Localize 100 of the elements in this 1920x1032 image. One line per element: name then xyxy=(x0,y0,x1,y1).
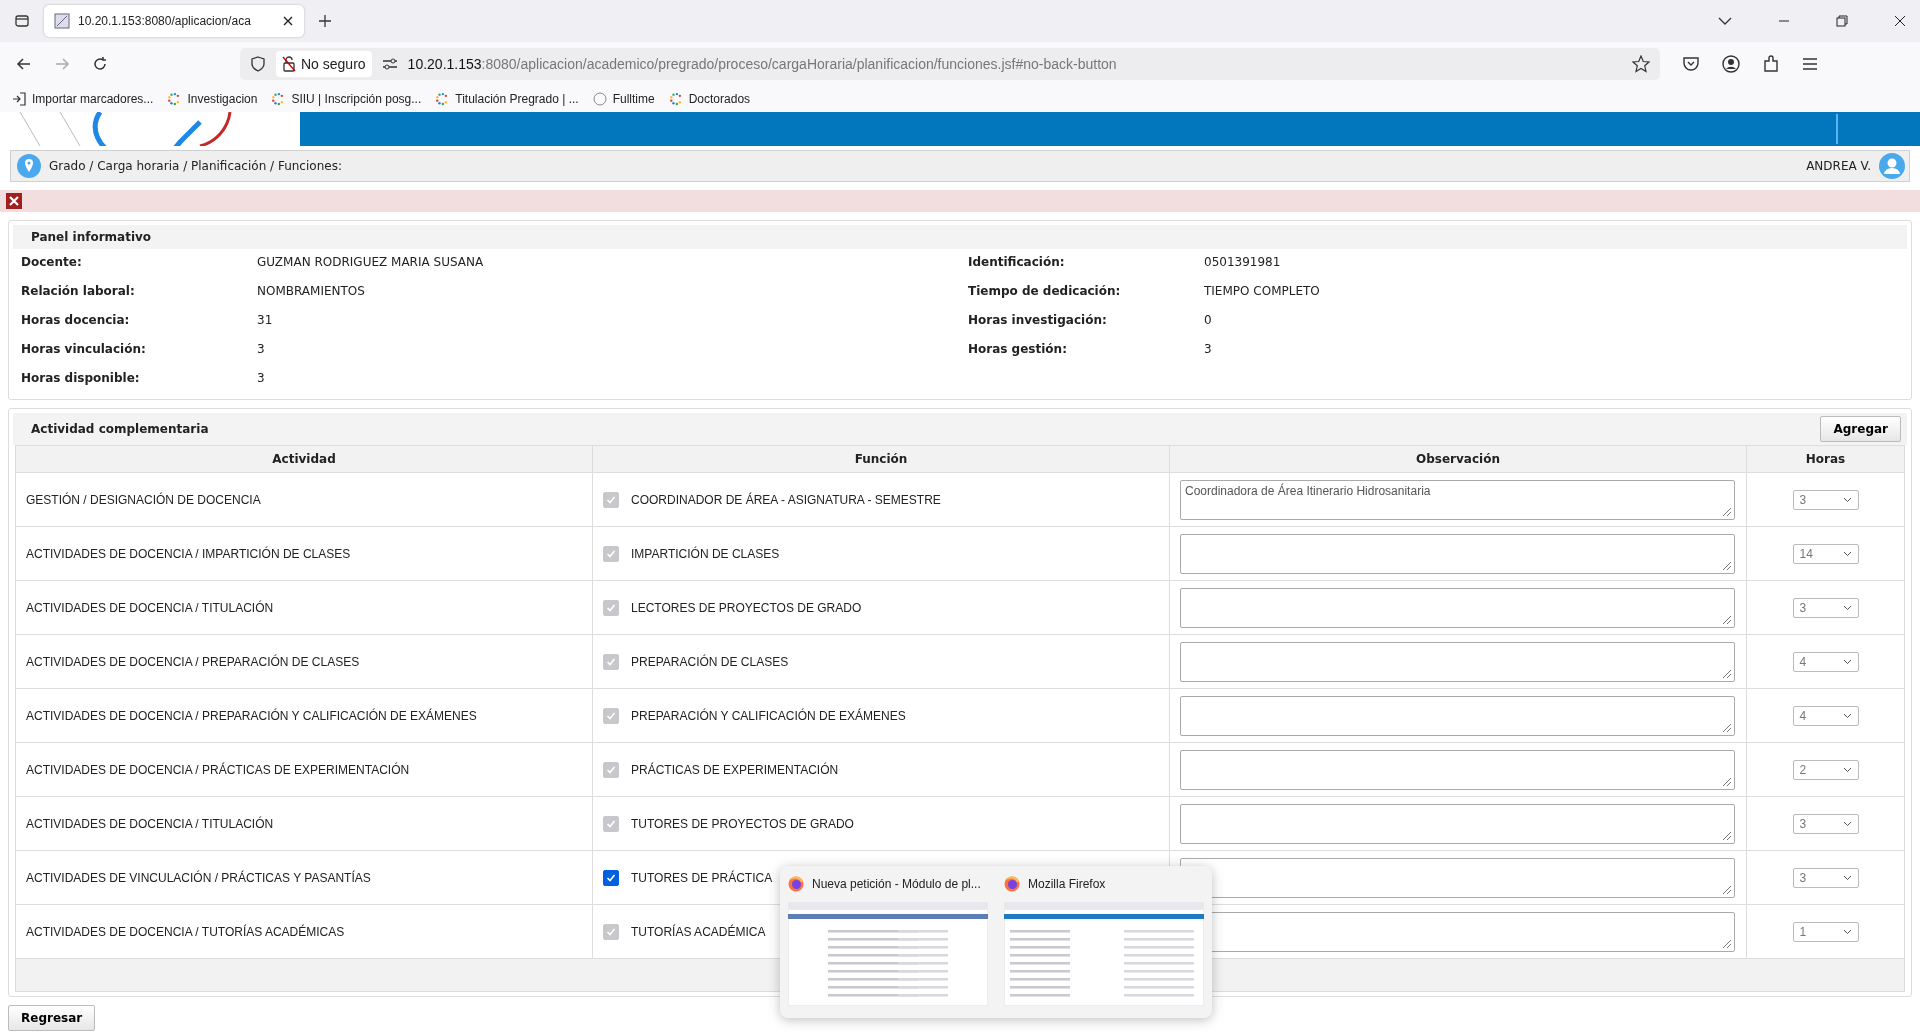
observation-field[interactable] xyxy=(1180,587,1735,628)
observation-field[interactable] xyxy=(1180,641,1735,682)
url-text: 10.20.1.153:8080/aplicacion/academico/pregrado/proceso/cargaHoraria/planificacion/funciones.jsf#no-back-button xyxy=(407,56,1117,72)
field-value: 0 xyxy=(1204,313,1213,327)
tab-list-icon[interactable] xyxy=(14,13,30,29)
checkbox[interactable] xyxy=(603,869,619,886)
caret-icon xyxy=(1842,766,1852,773)
function-label: PREPARACIÓN DE CLASES xyxy=(631,654,789,669)
field-value: NOMBRAMIENTOS xyxy=(257,284,366,298)
field-value: 0501391981 xyxy=(1204,255,1282,269)
function-label: IMPARTICIÓN DE CLASES xyxy=(631,546,780,561)
back-arrow-icon[interactable] xyxy=(16,56,32,72)
field-value: 3 xyxy=(1204,342,1213,356)
table-cell: ACTIVIDADES DE DOCENCIA / TUTORÍAS ACADÉMICAS xyxy=(16,905,593,958)
function-label: PREPARACIÓN Y CALIFICACIÓN DE EXÁMENES xyxy=(631,708,906,723)
caret-icon xyxy=(1842,712,1852,719)
observation-field[interactable] xyxy=(1180,803,1735,844)
resize-grip-icon xyxy=(1722,668,1732,679)
field-value: TIEMPO COMPLETO xyxy=(1204,284,1321,298)
panel-title: Panel informativo xyxy=(31,230,152,244)
address-bar[interactable]: No seguro 10.20.1.153:8080/aplicacion/academico/pregrado/proceso/cargaHoraria/planificacion/funciones.jsf#no-back-button xyxy=(240,48,1660,80)
panel-title: Actividad complementaria xyxy=(31,422,209,436)
field-value: 31 xyxy=(257,313,274,327)
resize-grip-icon xyxy=(1722,776,1732,787)
field-label: Horas docencia: xyxy=(21,313,131,327)
field-value: 3 xyxy=(257,342,266,356)
resize-grip-icon xyxy=(1722,938,1732,949)
observation-field[interactable] xyxy=(1180,857,1735,898)
add-button[interactable]: Agregar xyxy=(1820,416,1901,442)
field-label: Identificación: xyxy=(968,255,1066,269)
table-cell: ACTIVIDADES DE DOCENCIA / IMPARTICIÓN DE CLASES xyxy=(16,527,593,580)
window-preview[interactable]: Mozilla Firefox xyxy=(1004,876,1204,1008)
reload-icon[interactable] xyxy=(92,56,108,72)
globe-icon xyxy=(592,92,607,106)
tab-title: 10.20.1.153:8080/aplicacion/aca xyxy=(78,14,252,28)
unlocked-padlock-icon xyxy=(282,56,296,72)
dotted-circle-icon xyxy=(668,92,683,106)
checkmark-icon xyxy=(606,656,616,667)
column-header: Observación xyxy=(1170,446,1747,472)
firefox-icon xyxy=(788,876,804,892)
account-icon[interactable] xyxy=(1722,55,1740,73)
star-icon[interactable] xyxy=(1632,55,1650,73)
checkmark-icon xyxy=(606,548,616,559)
close-icon[interactable] xyxy=(1894,15,1906,27)
observation-field[interactable] xyxy=(1180,533,1735,574)
back-button[interactable]: Regresar xyxy=(8,1005,96,1031)
function-label: TUTORES DE PRÁCTICA xyxy=(631,870,773,885)
close-icon[interactable] xyxy=(6,193,22,209)
field-value: 3 xyxy=(257,371,266,385)
table-cell: GESTIÓN / DESIGNACIÓN DE DOCENCIA xyxy=(16,473,593,526)
field-label: Docente: xyxy=(21,255,83,269)
menu-icon[interactable] xyxy=(1802,57,1818,71)
column-header: Actividad xyxy=(16,446,593,472)
window-preview[interactable]: Nueva petición - Módulo de pl... xyxy=(788,876,988,1008)
chevron-down-icon[interactable] xyxy=(1718,16,1732,26)
bookmark-item[interactable]: Investigacion xyxy=(167,92,258,106)
table-cell: ACTIVIDADES DE DOCENCIA / PREPARACIÓN DE CLASES xyxy=(16,635,593,688)
import-icon xyxy=(12,92,26,106)
window-title: Nueva petición - Módulo de pl... xyxy=(812,877,981,891)
function-label: COORDINADOR DE ÁREA - ASIGNATURA - SEMESTRE xyxy=(631,492,941,507)
permissions-icon[interactable] xyxy=(381,57,398,71)
caret-icon xyxy=(1842,604,1852,611)
bookmark-item[interactable]: Doctorados xyxy=(668,92,751,106)
page-icon xyxy=(54,13,70,29)
restore-icon[interactable] xyxy=(1836,15,1848,27)
caret-icon xyxy=(1842,820,1852,827)
caret-icon xyxy=(1842,928,1852,935)
table-cell: ACTIVIDADES DE DOCENCIA / PRÁCTICAS DE EXPERIMENTACIÓN xyxy=(16,743,593,796)
bookmark-item[interactable]: Importar marcadores... xyxy=(12,92,154,106)
observation-field[interactable] xyxy=(1180,695,1735,736)
field-value: GUZMAN RODRIGUEZ MARIA SUSANA xyxy=(257,255,485,269)
pocket-icon[interactable] xyxy=(1682,55,1700,73)
checkmark-icon xyxy=(606,872,616,883)
bookmark-item[interactable]: SIIU | Inscripción posg... xyxy=(271,92,422,106)
resize-grip-icon xyxy=(1722,830,1732,841)
new-tab-icon[interactable] xyxy=(318,14,332,28)
browser-tab[interactable]: 10.20.1.153:8080/aplicacion/aca xyxy=(44,5,304,37)
column-header: Función xyxy=(593,446,1170,472)
dotted-circle-icon xyxy=(271,92,286,106)
bookmark-item[interactable]: Fulltime xyxy=(592,92,655,106)
close-icon[interactable] xyxy=(282,15,294,27)
location-pin-icon xyxy=(17,154,41,178)
field-label: Horas gestión: xyxy=(968,342,1068,356)
resize-grip-icon xyxy=(1722,506,1732,517)
user-name: ANDREA V. xyxy=(1806,159,1871,173)
caret-icon xyxy=(1842,658,1852,665)
bookmark-item[interactable]: Titulación Pregrado | ... xyxy=(435,92,579,106)
field-label: Horas investigación: xyxy=(968,313,1108,327)
hours-dropdown[interactable]: 3 xyxy=(1792,867,1859,888)
resize-grip-icon xyxy=(1722,884,1732,895)
checkmark-icon xyxy=(606,602,616,613)
observation-field[interactable] xyxy=(1180,749,1735,790)
checkmark-icon xyxy=(606,494,616,505)
puzzle-icon[interactable] xyxy=(1762,55,1780,73)
dotted-circle-icon xyxy=(167,92,182,106)
forward-arrow-icon[interactable] xyxy=(54,56,70,72)
table-cell: ACTIVIDADES DE VINCULACIÓN / PRÁCTICAS Y PASANTÍAS xyxy=(16,851,593,904)
security-indicator[interactable]: No seguro xyxy=(276,51,372,77)
checkmark-icon xyxy=(606,818,616,829)
user-avatar-icon[interactable] xyxy=(1879,153,1905,179)
